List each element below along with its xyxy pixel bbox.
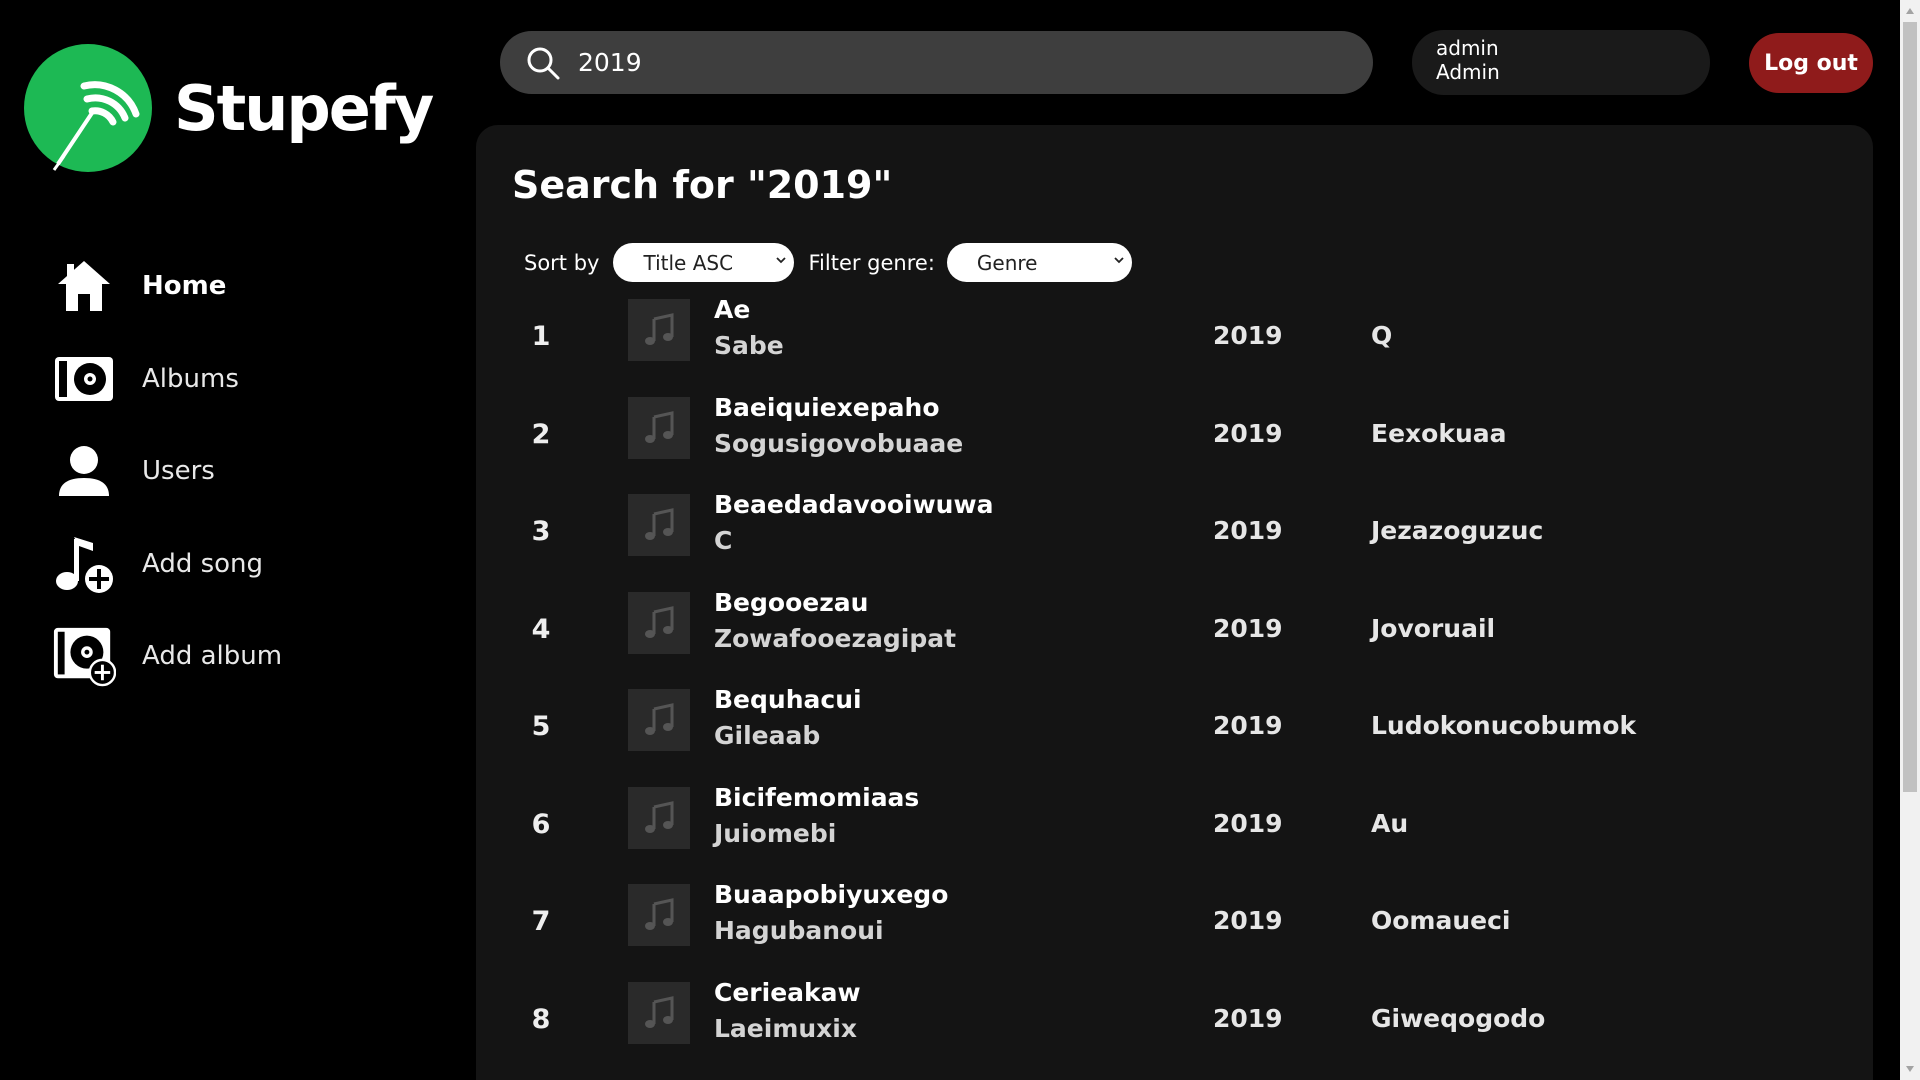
song-number: 6 (531, 808, 551, 840)
song-row[interactable]: 4 Begooezau Zowafooezagipat 2019 Jovorua… (476, 588, 1873, 686)
sidebar-item-add-song[interactable]: Add song (52, 518, 282, 611)
logout-button[interactable]: Log out (1749, 33, 1873, 93)
song-number: 3 (531, 516, 551, 547)
sort-filter-controls: Sort by Title ASC Filter genre: Genre (524, 243, 1132, 282)
song-row[interactable]: 2 Baeiquiexepaho Sogusigovobuaae 2019 Ee… (476, 393, 1873, 491)
add-song-icon (52, 532, 116, 596)
song-album[interactable]: Jovoruail (1371, 614, 1495, 643)
song-year: 2019 (1213, 808, 1283, 838)
sort-select[interactable]: Title ASC (613, 243, 795, 282)
user-icon (52, 439, 116, 503)
song-title[interactable]: Bequhacui (714, 685, 862, 714)
page-title: Search for "2019" (512, 163, 893, 207)
music-note-icon (628, 591, 690, 654)
song-number: 8 (531, 1003, 551, 1035)
song-row[interactable]: 3 Beaedadavooiwuwa C 2019 Jezazoguzuc (476, 490, 1873, 588)
app-window: Stupefy Home Albums Users Add song Add a… (0, 0, 1920, 1080)
song-album[interactable]: Au (1371, 809, 1408, 838)
sort-select-wrapper: Title ASC (599, 243, 795, 282)
album-icon (52, 347, 116, 411)
song-album[interactable]: Ludokonucobumok (1371, 711, 1636, 740)
song-number: 7 (531, 906, 551, 937)
song-album[interactable]: Q (1371, 321, 1392, 350)
search-bar[interactable] (500, 31, 1373, 94)
song-artist[interactable]: Laeimuxix (714, 1014, 857, 1043)
song-title[interactable]: Cerieakaw (714, 978, 861, 1007)
song-album[interactable]: Eexokuaa (1371, 419, 1507, 448)
logo-icon (24, 44, 152, 172)
sidebar-item-label: Add album (142, 641, 283, 672)
sidebar-item-albums[interactable]: Albums (52, 333, 282, 426)
music-note-icon (628, 884, 690, 946)
song-artist[interactable]: Zowafooezagipat (714, 624, 956, 653)
song-list: 1 Ae Sabe 2019 Q 2 Baeiquiexepaho Sogusi… (476, 295, 1873, 1075)
sort-label: Sort by (524, 250, 600, 275)
song-number: 1 (531, 321, 551, 352)
song-artist[interactable]: Sabe (714, 331, 784, 360)
sidebar: Stupefy Home Albums Users Add song Add a… (0, 0, 470, 1080)
music-note-icon (628, 689, 690, 751)
scroll-up-arrow-icon[interactable] (1905, 6, 1915, 16)
song-row[interactable]: 1 Ae Sabe 2019 Q (476, 295, 1873, 393)
scroll-down-arrow-icon[interactable] (1905, 1064, 1915, 1074)
genre-select-wrapper: Genre (935, 243, 1132, 282)
song-title[interactable]: Ae (714, 295, 750, 324)
song-year: 2019 (1213, 321, 1283, 350)
song-album[interactable]: Giweqogodo (1371, 1004, 1545, 1033)
song-year: 2019 (1213, 906, 1283, 935)
song-artist[interactable]: C (714, 526, 732, 555)
search-input[interactable] (578, 48, 1338, 77)
song-artist[interactable]: Hagubanoui (714, 916, 884, 945)
music-note-icon (628, 299, 690, 361)
song-row[interactable]: 5 Bequhacui Gileaab 2019 Ludokonucobumok (476, 685, 1873, 783)
song-album[interactable]: Oomaueci (1371, 906, 1511, 935)
song-album[interactable]: Jezazoguzuc (1371, 516, 1543, 545)
song-year: 2019 (1213, 711, 1283, 740)
song-year: 2019 (1213, 516, 1283, 545)
song-number: 2 (531, 418, 551, 450)
music-note-icon (628, 494, 690, 556)
filter-genre-label: Filter genre: (808, 250, 935, 275)
scrollbar-thumb[interactable] (1903, 22, 1917, 792)
sidebar-item-add-album[interactable]: Add album (52, 610, 282, 703)
page-scrollbar[interactable] (1900, 0, 1920, 1080)
music-note-icon (628, 396, 690, 459)
song-row[interactable]: 6 Bicifemomiaas Juiomebi 2019 Au (476, 783, 1873, 881)
app-name: Stupefy (174, 71, 434, 145)
song-title[interactable]: Buaapobiyuxego (714, 880, 948, 909)
song-title[interactable]: Baeiquiexepaho (714, 393, 940, 422)
song-number: 4 (531, 613, 551, 645)
user-info[interactable]: admin Admin (1412, 30, 1710, 95)
sidebar-item-label: Albums (142, 363, 239, 394)
genre-select[interactable]: Genre (946, 243, 1132, 282)
sidebar-nav: Home Albums Users Add song Add album (52, 240, 282, 703)
song-year: 2019 (1213, 613, 1283, 643)
sidebar-item-label: Home (142, 271, 227, 302)
song-title[interactable]: Bicifemomiaas (714, 783, 919, 812)
song-row[interactable]: 8 Cerieakaw Laeimuxix 2019 Giweqogodo (476, 978, 1873, 1076)
user-role: Admin (1436, 60, 1500, 84)
song-title[interactable]: Beaedadavooiwuwa (714, 490, 993, 519)
sidebar-item-label: Add song (142, 548, 264, 579)
add-album-icon (52, 624, 116, 688)
home-icon (52, 254, 116, 318)
logo[interactable]: Stupefy (24, 44, 434, 172)
search-icon[interactable] (526, 46, 560, 80)
music-note-icon (628, 981, 690, 1044)
music-note-icon (628, 786, 690, 849)
sidebar-item-users[interactable]: Users (52, 425, 282, 518)
song-row[interactable]: 7 Buaapobiyuxego Hagubanoui 2019 Oomauec… (476, 880, 1873, 978)
song-year: 2019 (1213, 1003, 1283, 1033)
song-artist[interactable]: Gileaab (714, 721, 820, 750)
song-artist[interactable]: Sogusigovobuaae (714, 429, 963, 458)
main-panel: Search for "2019" Sort by Title ASC Filt… (476, 125, 1873, 1080)
song-number: 5 (531, 711, 551, 742)
song-year: 2019 (1213, 418, 1283, 448)
sidebar-item-home[interactable]: Home (52, 240, 282, 333)
sidebar-item-label: Users (142, 456, 215, 487)
user-name: admin (1436, 36, 1499, 60)
song-artist[interactable]: Juiomebi (714, 819, 836, 848)
song-title[interactable]: Begooezau (714, 588, 868, 617)
